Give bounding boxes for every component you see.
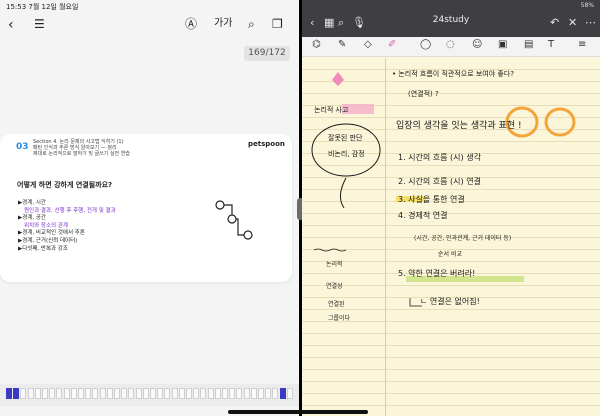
hw-line: • 논리적 흐름이 직관적으로 보여야 좋다? bbox=[392, 69, 514, 78]
reader-pane: 15:53 7월 12일 월요일 ‹ ☰ Ⓐ 가가 ⌕ ❐ 169/172 03… bbox=[0, 0, 299, 416]
toc-icon[interactable]: ☰ bbox=[34, 18, 45, 30]
page-thumbnail[interactable] bbox=[150, 388, 156, 399]
page-thumbnail[interactable] bbox=[142, 388, 149, 399]
bullet-item: ▶경계, 근거(신뢰 데이터) bbox=[18, 237, 78, 244]
back-icon[interactable]: ‹ bbox=[8, 18, 14, 32]
handwriting-layer: 논리적 사고 잘못된 판단 비논리, 감정 논리적 연결성 연결된 그룹이다 •… bbox=[311, 69, 576, 322]
page-thumbnail[interactable] bbox=[13, 388, 20, 399]
page-thumbnail[interactable] bbox=[27, 388, 34, 399]
lesson-bullets: ▶경계, 시간 원인과 결과, 선행 후 후행, 전개 및 결과 ▶경계, 공간… bbox=[18, 200, 188, 253]
page-thumbnail[interactable] bbox=[49, 388, 56, 399]
hw-line: 1. 시간의 흐름 (시) 생각 bbox=[398, 152, 482, 162]
page-thumbnail[interactable] bbox=[186, 388, 192, 399]
hw-line: 순서 비교 bbox=[438, 250, 462, 258]
page-thumbnail[interactable] bbox=[70, 388, 77, 399]
home-indicator[interactable] bbox=[228, 410, 368, 414]
page-thumbnail[interactable] bbox=[229, 388, 236, 399]
page-thumbnail[interactable] bbox=[99, 388, 106, 399]
page-thumbnail[interactable] bbox=[157, 388, 164, 399]
lesson-question: 어떻게 하면 강하게 연결될까요? bbox=[17, 181, 113, 189]
page-thumbnail[interactable] bbox=[286, 388, 293, 399]
hw-margin-note: 비논리, 감정 bbox=[328, 149, 365, 158]
page-thumbnail[interactable] bbox=[164, 388, 171, 399]
page-thumbnail[interactable] bbox=[193, 388, 200, 399]
connection-path-icon bbox=[215, 200, 253, 240]
reader-toolbar: ‹ ☰ Ⓐ 가가 ⌕ ❐ bbox=[0, 10, 299, 40]
page-thumbnail[interactable] bbox=[42, 388, 48, 399]
bullet-item: ▶경계, 비교적인 것에서 추론 bbox=[18, 230, 85, 237]
hw-margin-note: 연결성 bbox=[326, 282, 343, 290]
page-thumbnail[interactable] bbox=[85, 388, 92, 399]
page-thumbnail[interactable] bbox=[78, 388, 84, 399]
hw-line: 5. 약한 연결은 버려라! bbox=[398, 268, 475, 278]
search-icon[interactable]: ⌕ bbox=[248, 18, 255, 30]
page-thumbnail[interactable] bbox=[265, 388, 272, 399]
hw-line: 3. 사실을 통한 연결 bbox=[398, 194, 465, 204]
notes-pane: 58% 24study ‹ ▦ ⌕ 🎙 ↶ ✕ ⋯ ⌬ ✎ ◇ ✐ ◯ ◌ ☺ … bbox=[302, 0, 600, 416]
accessibility-icon[interactable]: Ⓐ bbox=[185, 18, 197, 30]
page-thumbnail[interactable] bbox=[56, 388, 63, 399]
page-thumbnail[interactable] bbox=[92, 388, 99, 399]
page-thumbnail[interactable] bbox=[214, 388, 221, 399]
hw-line: 4. 경제적 연결 bbox=[398, 210, 448, 220]
page-thumbnail[interactable] bbox=[272, 388, 279, 399]
page-thumbnail[interactable] bbox=[34, 388, 41, 399]
hw-margin-note: 그룹이다 bbox=[328, 314, 351, 322]
hw-margin-note: 논리적 bbox=[326, 260, 343, 268]
page-thumbnail[interactable] bbox=[106, 388, 113, 399]
bullet-item: ▶다섯째, 반복과 강조 bbox=[18, 245, 68, 252]
lesson-header: Section 4. 논리 문제의 사고법 익히기 (1) 패턴 인식과 추론 … bbox=[33, 139, 143, 157]
lesson-number: 03 bbox=[16, 142, 29, 152]
page-thumbnail[interactable] bbox=[178, 388, 185, 399]
page-thumbnail[interactable] bbox=[200, 388, 207, 399]
page-thumbnail[interactable] bbox=[121, 388, 128, 399]
page-thumbnail[interactable] bbox=[63, 388, 70, 399]
hw-line: 2. 시간의 흐름 (시) 연결 bbox=[398, 176, 481, 186]
page-thumbnail[interactable] bbox=[6, 388, 12, 399]
page-count-badge: 169/172 bbox=[244, 46, 290, 61]
brand-logo: petspoon bbox=[248, 140, 285, 148]
page-thumbnail[interactable] bbox=[279, 388, 286, 399]
page-thumbnail[interactable] bbox=[114, 388, 120, 399]
page-thumbnail[interactable] bbox=[128, 388, 135, 399]
bookmark-icon[interactable]: ❐ bbox=[272, 18, 283, 30]
font-size-toggle[interactable]: 가가 bbox=[214, 19, 232, 29]
page-thumbnail[interactable] bbox=[222, 388, 228, 399]
page-thumbnail[interactable] bbox=[243, 388, 250, 399]
hw-line: ㄴ 연결은 없어짐! bbox=[420, 296, 480, 306]
hw-line: (시간, 공간, 인과관계, 근거 데이터 등) bbox=[414, 234, 511, 242]
hw-margin-note: 연결된 bbox=[328, 300, 345, 308]
bullet-item: ▶경계, 시간 bbox=[18, 200, 46, 206]
page-thumbnail[interactable] bbox=[258, 388, 264, 399]
lesson-line: 제대로 논리적으로 말하기 및 글쓰기 실전 연습 bbox=[33, 151, 130, 157]
page-thumbnail[interactable] bbox=[135, 388, 142, 399]
page-thumbnail[interactable] bbox=[20, 388, 27, 399]
hw-line: 입장의 생각을 잇는 생각과 표현 ! bbox=[396, 119, 522, 131]
page-thumbnail[interactable] bbox=[171, 388, 178, 399]
hw-margin-note: 잘못된 판단 bbox=[328, 133, 363, 142]
hw-margin-note: 논리적 사고 bbox=[314, 105, 349, 114]
page-thumbnail[interactable] bbox=[250, 388, 257, 399]
bullet-item: ▶경계, 공간 bbox=[18, 215, 46, 222]
page-thumbnail[interactable] bbox=[207, 388, 214, 399]
page-thumbnail[interactable] bbox=[236, 388, 243, 399]
hw-line: (연결적) ? bbox=[408, 89, 439, 98]
